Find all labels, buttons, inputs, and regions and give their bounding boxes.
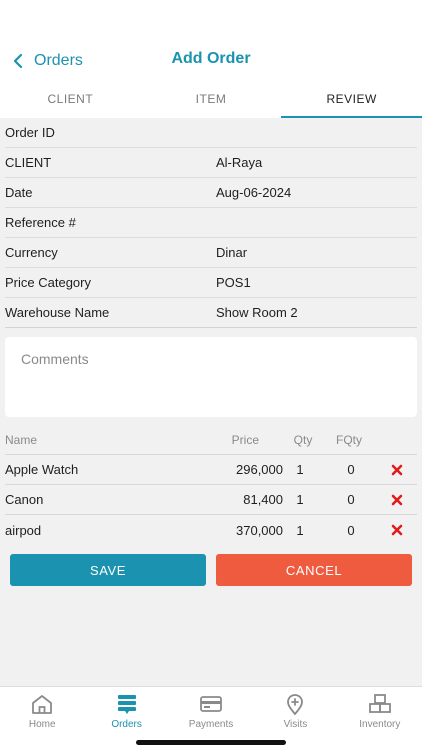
- delete-item-button[interactable]: [389, 492, 405, 508]
- item-price: 296,000: [236, 462, 283, 477]
- close-icon: [391, 524, 403, 536]
- table-row: airpod 370,000 1 0: [5, 515, 417, 545]
- info-row-currency: Currency Dinar: [5, 238, 417, 268]
- order-info-list: Order ID CLIENT Al-Raya Date Aug-06-2024…: [0, 118, 422, 328]
- table-row: Canon 81,400 1 0: [5, 485, 417, 515]
- save-button[interactable]: SAVE: [10, 554, 206, 586]
- nav-label: Visits: [283, 719, 308, 730]
- page-title: Add Order: [171, 50, 251, 67]
- nav-item-home[interactable]: Home: [0, 687, 84, 750]
- item-price: 81,400: [243, 492, 283, 507]
- item-name: airpod: [5, 522, 42, 538]
- home-indicator: [136, 740, 286, 745]
- item-fqty: 0: [347, 462, 355, 477]
- nav-item-inventory[interactable]: Inventory: [338, 687, 422, 750]
- item-name: Canon: [5, 492, 44, 507]
- top-bar: Orders Add Order: [0, 0, 422, 80]
- item-qty: 1: [296, 522, 304, 538]
- cancel-button[interactable]: CANCEL: [216, 554, 412, 586]
- table-row: Apple Watch 296,000 1 0: [5, 455, 417, 485]
- close-icon: [391, 494, 403, 506]
- items-table: Name Price Qty FQty Apple Watch 296,000 …: [0, 425, 422, 545]
- info-value: Show Room 2: [216, 305, 298, 320]
- info-label: CLIENT: [5, 155, 52, 170]
- info-label: Date: [5, 185, 33, 200]
- home-icon: [32, 695, 53, 714]
- info-label: Price Category: [5, 275, 91, 290]
- info-row-reference: Reference #: [5, 208, 417, 238]
- tab-review[interactable]: REVIEW: [281, 80, 422, 118]
- info-value: Dinar: [216, 245, 248, 260]
- close-icon: [391, 464, 403, 476]
- tab-client[interactable]: CLIENT: [0, 80, 141, 118]
- info-label: Currency: [5, 245, 58, 260]
- comments-input[interactable]: [5, 337, 417, 417]
- column-header-price: Price: [231, 432, 259, 447]
- orders-icon: [117, 695, 136, 714]
- info-row-client: CLIENT Al-Raya: [5, 148, 417, 178]
- info-row-date: Date Aug-06-2024: [5, 178, 417, 208]
- column-header-name: Name: [5, 432, 38, 447]
- item-qty: 1: [296, 462, 304, 477]
- info-value: Al-Raya: [216, 155, 263, 170]
- info-value: Aug-06-2024: [216, 185, 292, 200]
- delete-item-button[interactable]: [389, 522, 405, 538]
- inventory-icon: [368, 694, 391, 713]
- nav-label: Home: [28, 719, 56, 730]
- item-name: Apple Watch: [5, 462, 79, 477]
- info-label: Warehouse Name: [5, 305, 110, 320]
- info-row-order-id: Order ID: [5, 118, 417, 148]
- nav-label: Orders: [111, 719, 142, 730]
- tab-item[interactable]: ITEM: [141, 80, 282, 118]
- visits-icon: [287, 694, 304, 715]
- tab-bar: CLIENT ITEM REVIEW: [0, 80, 422, 118]
- item-price: 370,000: [236, 522, 283, 538]
- items-table-header: Name Price Qty FQty: [5, 425, 417, 455]
- item-qty: 1: [296, 492, 304, 507]
- info-value: POS1: [216, 275, 251, 290]
- info-row-warehouse: Warehouse Name Show Room 2: [5, 298, 417, 328]
- delete-item-button[interactable]: [389, 462, 405, 478]
- nav-label: Inventory: [359, 719, 401, 730]
- info-row-price-category: Price Category POS1: [5, 268, 417, 298]
- info-label: Reference #: [5, 215, 76, 230]
- column-header-fqty: FQty: [336, 432, 362, 447]
- payments-icon: [200, 696, 222, 712]
- nav-label: Payments: [188, 719, 234, 730]
- item-fqty: 0: [347, 522, 355, 538]
- info-label: Order ID: [5, 125, 55, 140]
- item-fqty: 0: [347, 492, 355, 507]
- column-header-qty: Qty: [293, 432, 313, 447]
